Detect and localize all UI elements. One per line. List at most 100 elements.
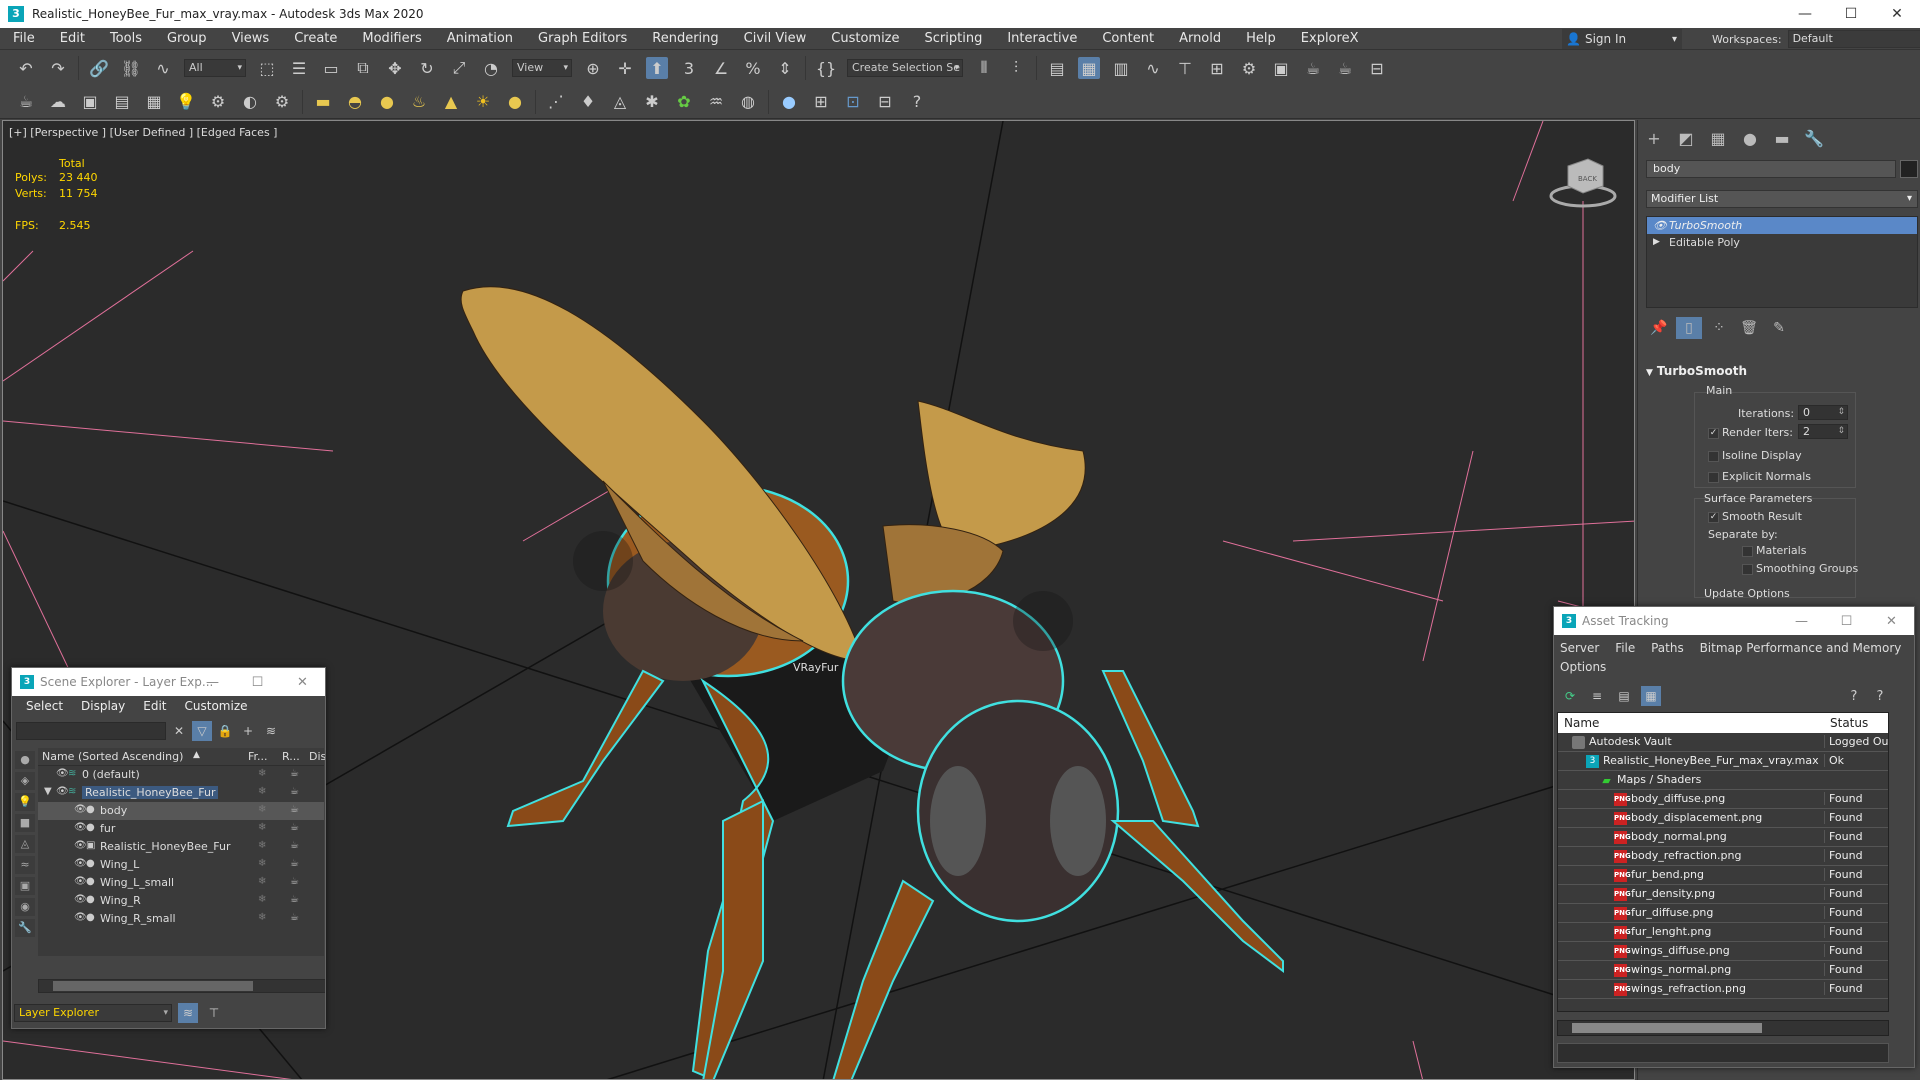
render-iterative-icon[interactable]: ☕ bbox=[1334, 57, 1356, 79]
maximize-button[interactable]: ☐ bbox=[1828, 0, 1874, 28]
expand-triangle-icon[interactable]: ▶ bbox=[1653, 234, 1660, 251]
filter-icon[interactable]: ▽ bbox=[192, 721, 212, 741]
modify-tab-icon[interactable]: ◩ bbox=[1670, 126, 1702, 150]
render-teapot-icon[interactable]: ☕ bbox=[290, 876, 299, 887]
menu-file[interactable]: File bbox=[0, 31, 47, 46]
render-in-cloud-icon[interactable]: ⊟ bbox=[1366, 57, 1388, 79]
asset-row[interactable]: PNG fur_density.png Found bbox=[1558, 885, 1888, 904]
at-menu-paths[interactable]: Paths bbox=[1651, 641, 1684, 655]
close-button[interactable]: ✕ bbox=[280, 668, 325, 696]
render-teapot-icon[interactable]: ☕ bbox=[290, 894, 299, 905]
vray-sphere-icon[interactable]: ✱ bbox=[641, 91, 663, 113]
asset-row[interactable]: PNG body_displacement.png Found bbox=[1558, 809, 1888, 828]
menu-animation[interactable]: Animation bbox=[434, 31, 525, 46]
se-menu-select[interactable]: Select bbox=[26, 699, 63, 713]
menu-customize[interactable]: Customize bbox=[818, 31, 911, 46]
eye-icon[interactable]: 👁 bbox=[1653, 217, 1667, 234]
sign-in-dropdown[interactable]: 👤 Sign In ▾ bbox=[1562, 29, 1682, 49]
table-view-icon[interactable]: ▤ bbox=[1614, 686, 1634, 706]
workspaces-dropdown[interactable]: Default bbox=[1787, 30, 1920, 48]
vray-teapot-icon[interactable]: ☕ bbox=[15, 91, 37, 113]
move-icon[interactable]: ✥ bbox=[384, 57, 406, 79]
isoline-display-checkbox[interactable] bbox=[1708, 451, 1719, 462]
cameras-filter-icon[interactable]: ■ bbox=[15, 814, 35, 832]
mirror-icon[interactable]: ⫴ bbox=[973, 57, 995, 79]
horizontal-scrollbar[interactable] bbox=[38, 979, 325, 993]
place-icon[interactable]: ◔ bbox=[480, 57, 502, 79]
display-tab-icon[interactable]: ▬ bbox=[1766, 126, 1798, 150]
reference-coordinate-dropdown[interactable]: View bbox=[512, 59, 572, 77]
vray-bitmap-icon[interactable]: ◐ bbox=[239, 91, 261, 113]
grid-view-icon[interactable]: ▦ bbox=[1641, 686, 1661, 706]
se-menu-edit[interactable]: Edit bbox=[143, 699, 166, 713]
add-layer-icon[interactable]: + bbox=[238, 721, 258, 741]
object-row-wing-l[interactable]: 👁 ● Wing_L ❄ ☕ bbox=[38, 856, 324, 874]
layer-row-default[interactable]: 👁 ≋ 0 (default) ❄ ☕ bbox=[38, 766, 324, 784]
pivot-icon[interactable]: ⊕ bbox=[582, 57, 604, 79]
visibility-eye-icon[interactable]: 👁 bbox=[74, 912, 87, 923]
asset-row[interactable]: PNG body_refraction.png Found bbox=[1558, 847, 1888, 866]
vray-material-converter-icon[interactable]: ⚙ bbox=[207, 91, 229, 113]
window-crossing-icon[interactable]: ⧉ bbox=[352, 57, 374, 79]
vray-hfur-icon[interactable]: ♒ bbox=[705, 91, 727, 113]
rectangular-selection-icon[interactable]: ▭ bbox=[320, 57, 342, 79]
close-button[interactable]: ✕ bbox=[1869, 607, 1914, 635]
modifier-list-dropdown[interactable]: Modifier List bbox=[1646, 190, 1918, 208]
vray-sun-icon[interactable]: ☀ bbox=[472, 91, 494, 113]
vray-frame-buffer-icon[interactable]: ▣ bbox=[79, 91, 101, 113]
render-iters-checkbox[interactable]: ✓ bbox=[1708, 428, 1719, 439]
menu-tools[interactable]: Tools bbox=[97, 31, 154, 46]
vray-plane-icon[interactable]: ◬ bbox=[609, 91, 631, 113]
menu-content[interactable]: Content bbox=[1089, 31, 1166, 46]
render-teapot-icon[interactable]: ☕ bbox=[290, 786, 299, 797]
menu-group[interactable]: Group bbox=[154, 31, 219, 46]
layer-row-honeybee[interactable]: ▼ 👁 ≋ Realistic_HoneyBee_Fur ❄ ☕ bbox=[38, 784, 324, 802]
horizontal-scrollbar[interactable] bbox=[1557, 1020, 1889, 1036]
toggle-layer-explorer-icon[interactable]: ▦ bbox=[1078, 57, 1100, 79]
at-menu-server[interactable]: Server bbox=[1560, 641, 1599, 655]
render-teapot-icon[interactable]: ☕ bbox=[290, 768, 299, 779]
redo-icon[interactable]: ↷ bbox=[47, 57, 69, 79]
menu-interactive[interactable]: Interactive bbox=[994, 31, 1089, 46]
link-icon[interactable]: 🔗 bbox=[88, 57, 110, 79]
menu-modifiers[interactable]: Modifiers bbox=[349, 31, 433, 46]
groups-filter-icon[interactable]: ▣ bbox=[15, 877, 35, 895]
render-teapot-icon[interactable]: ☕ bbox=[290, 858, 299, 869]
toggle-scene-explorer-icon[interactable]: ▤ bbox=[1046, 57, 1068, 79]
create-tab-plus-icon[interactable]: + bbox=[1638, 126, 1670, 150]
object-row-wing-r-small[interactable]: 👁 ● Wing_R_small ❄ ☕ bbox=[38, 910, 324, 928]
render-teapot-icon[interactable]: ☕ bbox=[290, 912, 299, 923]
vray-vrscene-icon[interactable]: ⊟ bbox=[874, 91, 896, 113]
bind-spacewarp-icon[interactable]: ∿ bbox=[152, 57, 174, 79]
vray-volume-icon[interactable]: ◍ bbox=[737, 91, 759, 113]
object-row-fur[interactable]: 👁 ● fur ❄ ☕ bbox=[38, 820, 324, 838]
menu-scripting[interactable]: Scripting bbox=[912, 31, 995, 46]
motion-tab-icon[interactable]: ● bbox=[1734, 126, 1766, 150]
visibility-eye-icon[interactable]: 👁 bbox=[74, 804, 87, 815]
help-icon[interactable]: ? bbox=[906, 91, 928, 113]
vray-mesh-export-icon[interactable]: ⊡ bbox=[842, 91, 864, 113]
maximize-button[interactable]: ☐ bbox=[1824, 607, 1869, 635]
column-frozen[interactable]: Fr... bbox=[248, 750, 268, 763]
configure-modifier-sets-icon[interactable]: ✎ bbox=[1766, 317, 1792, 339]
vray-ambient-light-icon[interactable]: ● bbox=[504, 91, 526, 113]
visibility-eye-icon[interactable]: 👁 bbox=[56, 768, 69, 779]
object-row-body[interactable]: 👁 ● body ❄ ☕ bbox=[38, 802, 324, 820]
vray-settings-icon[interactable]: ▤ bbox=[111, 91, 133, 113]
object-row-honeybee[interactable]: 👁 ▣ Realistic_HoneyBee_Fur ❄ ☕ bbox=[38, 838, 324, 856]
curve-editor-icon[interactable]: ∿ bbox=[1142, 57, 1164, 79]
menu-arnold[interactable]: Arnold bbox=[1166, 31, 1233, 46]
named-selection-dropdown[interactable]: Create Selection Se bbox=[847, 59, 963, 77]
asset-row[interactable]: PNG wings_refraction.png Found bbox=[1558, 980, 1888, 999]
freeze-icon[interactable]: ❄ bbox=[258, 876, 266, 887]
freeze-icon[interactable]: ❄ bbox=[258, 822, 266, 833]
menu-views[interactable]: Views bbox=[219, 31, 282, 46]
render-teapot-icon[interactable]: ☕ bbox=[290, 804, 299, 815]
asset-row[interactable]: Autodesk Vault Logged Ou bbox=[1558, 733, 1888, 752]
selection-filter-dropdown[interactable]: All bbox=[184, 59, 246, 77]
stack-item-editable-poly[interactable]: ▶ Editable Poly bbox=[1647, 234, 1917, 251]
schematic-view-icon[interactable]: ⊤ bbox=[1174, 57, 1196, 79]
asset-row[interactable]: PNG wings_diffuse.png Found bbox=[1558, 942, 1888, 961]
freeze-icon[interactable]: ❄ bbox=[258, 894, 266, 905]
vray-sphere-light-icon[interactable]: ● bbox=[376, 91, 398, 113]
